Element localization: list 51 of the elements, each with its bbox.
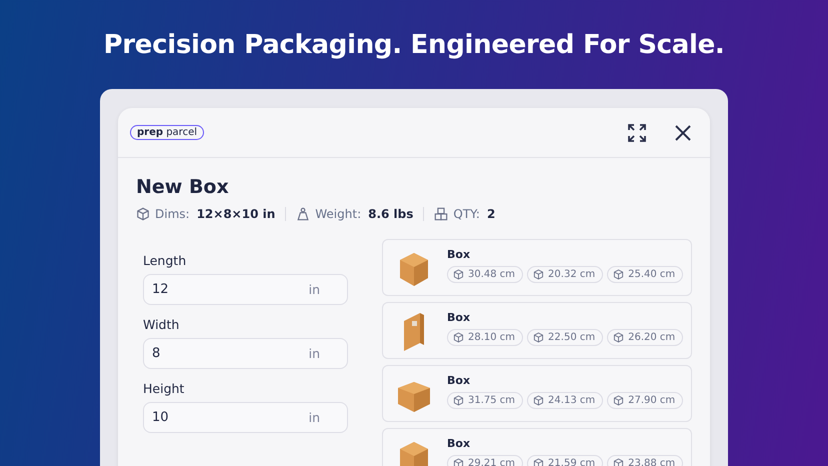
cube-icon [533,269,544,280]
dimension-chip: 29.21 cm [447,455,524,466]
field-label: Width [143,317,180,332]
cube-icon [533,332,544,343]
unit-label: in [308,282,320,297]
dimension-chip: 30.48 cm [447,266,524,283]
boxes-icon [434,207,448,221]
cube-icon [453,332,464,343]
cube-icon [613,458,624,466]
cube-icon [136,207,150,221]
cube-icon [533,458,544,466]
box-card[interactable]: Box 29.21 cm 21.59 cm 23.88 cm [382,428,692,466]
cube-icon [613,332,624,343]
dimension-chip: 22.50 cm [527,329,604,346]
box-name: Box [447,248,472,261]
cube-icon [613,269,624,280]
expand-button[interactable] [626,122,648,144]
field-label: Height [143,381,186,396]
dimension-chip: 25.40 cm [607,266,684,283]
box-name: Box [447,311,472,324]
box-card[interactable]: Box 28.10 cm 22.50 cm 26.20 cm [382,302,692,359]
dimension-chip: 24.13 cm [527,392,604,409]
dimension-chip: 21.59 cm [527,455,604,466]
meta-value: 2 [486,207,496,221]
meta-value: 12×8×10 in [196,207,276,221]
meta-label: Dims: [155,207,190,221]
dimension-chip: 27.90 cm [607,392,684,409]
meta-label: QTY: [453,207,480,221]
unit-label: in [308,346,320,361]
field-label: Length [143,253,188,268]
dimension-chip: 20.32 cm [527,266,604,283]
cube-icon [533,395,544,406]
dimension-chip: 23.88 cm [607,455,684,466]
box-card[interactable]: Box 30.48 cm 20.32 cm 25.40 cm [382,239,692,296]
box-card[interactable]: Box 31.75 cm 24.13 cm 27.90 cm [382,365,692,422]
dimension-chip: 31.75 cm [447,392,524,409]
cube-icon [453,458,464,466]
weight-icon [296,207,310,221]
logo: prep parcel [130,125,204,140]
meta-value: 8.6 lbs [368,207,414,221]
cube-icon [453,395,464,406]
box-name: Box [447,437,472,450]
headline: Precision Packaging. Engineered For Scale. [103,30,724,62]
dimension-chip: 26.20 cm [607,329,684,346]
meta-label: Weight: [315,207,362,221]
box-name: Box [447,374,472,387]
dimension-chip: 28.10 cm [447,329,524,346]
cube-icon [453,269,464,280]
box-title: New Box [136,176,230,200]
cube-icon [613,395,624,406]
unit-label: in [308,410,320,425]
